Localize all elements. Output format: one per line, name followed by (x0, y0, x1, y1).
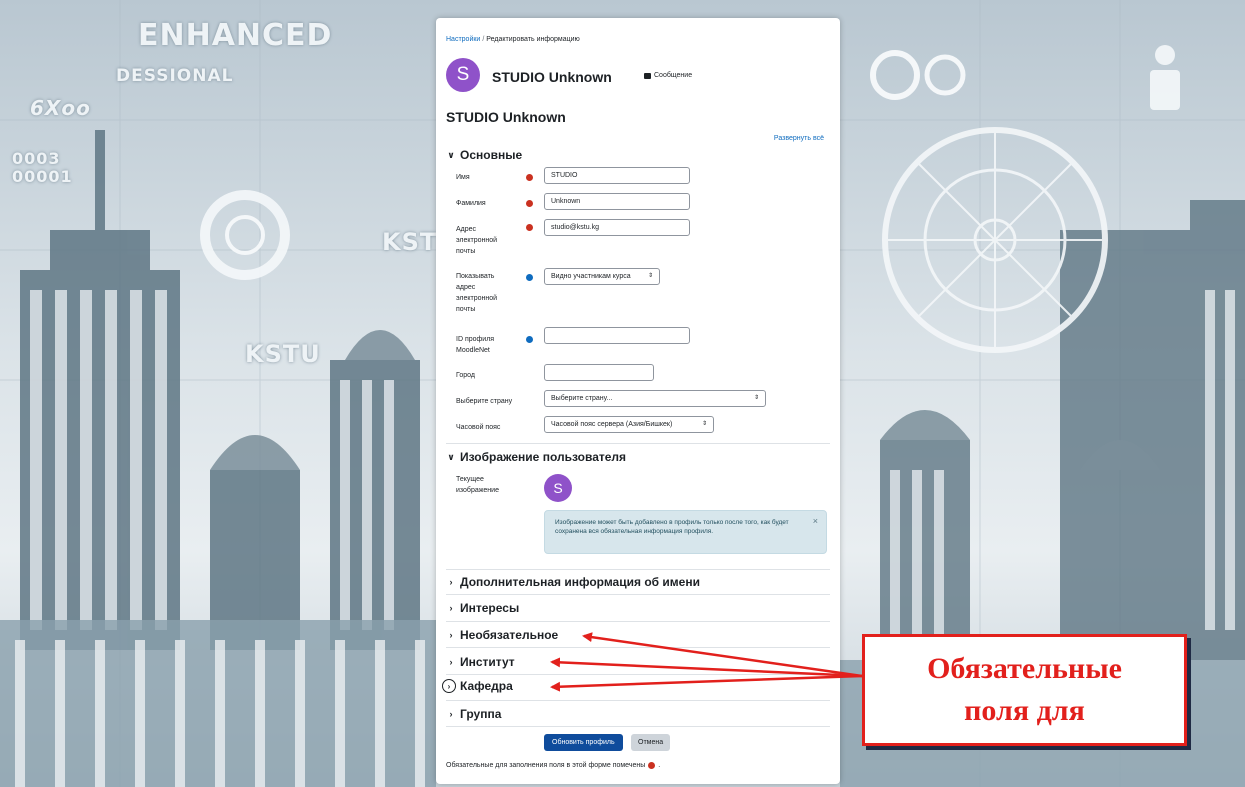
city-label: Город (456, 372, 475, 379)
section-institute-title: Институт (460, 655, 515, 669)
bg-brand-left: KSTU (245, 340, 321, 368)
required-icon (648, 762, 656, 769)
select-arrows-icon: ⇕ (701, 421, 707, 427)
breadcrumb-settings-link[interactable]: Настройки (446, 36, 480, 43)
chevron-down-icon: ∨ (447, 149, 455, 160)
country-select[interactable]: Выберите страну... ⇕ (544, 390, 766, 407)
cancel-button[interactable]: Отмена (631, 734, 671, 751)
update-profile-button[interactable]: Обновить профиль (544, 734, 623, 751)
section-group-toggle[interactable]: › Группа (446, 707, 502, 721)
footnote-period: . (658, 762, 661, 769)
info-alert: Изображение может быть добавлено в профи… (544, 510, 827, 554)
section-divider (446, 443, 830, 444)
moodlenet-label: ID профиля MoodleNet (456, 336, 495, 354)
help-icon[interactable] (526, 336, 533, 343)
section-institute-toggle[interactable]: › Институт (446, 655, 515, 669)
message-icon (644, 72, 651, 79)
user-name-heading: STUDIO Unknown (492, 69, 612, 85)
section-department-toggle[interactable]: › Кафедра (442, 679, 513, 693)
user-avatar[interactable]: S (446, 58, 480, 92)
section-general-toggle[interactable]: ∨ Основные (446, 148, 522, 162)
city-input[interactable] (544, 364, 654, 381)
timezone-select[interactable]: Часовой пояс сервера (Азия/Бишкек) ⇕ (544, 416, 714, 433)
bg-left-glyphs-2: 6Xoo (30, 96, 91, 120)
country-value: Выберите страну... (551, 395, 613, 402)
help-icon[interactable] (526, 274, 533, 281)
section-interests-toggle[interactable]: › Интересы (446, 601, 520, 615)
close-icon[interactable]: × (813, 517, 818, 526)
chevron-right-icon: › (449, 709, 453, 719)
chevron-right-icon: › (442, 679, 456, 693)
first-name-label: Имя (456, 174, 470, 181)
section-user-picture-title: Изображение пользователя (460, 450, 627, 464)
email-display-label: Показывать адрес электронной почты (456, 273, 498, 313)
expand-all-link[interactable]: Развернуть всё (774, 135, 824, 142)
email-input[interactable]: studio@kstu.kg (544, 219, 690, 236)
timezone-value: Часовой пояс сервера (Азия/Бишкек) (551, 421, 673, 428)
breadcrumb: Настройки / Редактировать информацию (446, 36, 580, 43)
section-divider (446, 569, 830, 570)
chevron-right-icon: › (449, 603, 453, 613)
chevron-right-icon: › (449, 630, 453, 640)
country-label: Выберите страну (456, 398, 513, 405)
current-picture-label: Текущее изображение (456, 476, 499, 494)
current-picture-avatar: S (544, 474, 572, 502)
info-alert-text: Изображение может быть добавлено в профи… (555, 519, 789, 535)
required-icon (526, 200, 533, 207)
annotation-line-1: Обязательные (927, 652, 1122, 685)
select-arrows-icon: ⇕ (647, 273, 653, 279)
chevron-right-icon: › (449, 577, 453, 587)
required-icon (526, 174, 533, 181)
section-optional-title: Необязательное (460, 628, 559, 642)
timezone-label: Часовой пояс (456, 424, 501, 431)
breadcrumb-separator: / (482, 36, 485, 43)
bg-headline: ENHANCED (138, 18, 333, 53)
section-divider (446, 674, 830, 675)
section-group-title: Группа (460, 707, 502, 721)
section-additional-names-toggle[interactable]: › Дополнительная информация об имени (446, 575, 700, 589)
email-label: Адрес электронной почты (456, 226, 498, 255)
last-name-label: Фамилия (456, 200, 486, 207)
page-title: STUDIO Unknown (446, 109, 566, 125)
annotation-callout: Обязательные поля для (862, 634, 1187, 746)
email-display-value: Видно участникам курса (551, 273, 631, 280)
section-general-title: Основные (460, 148, 523, 162)
bg-brand-right: KST (382, 228, 438, 256)
section-divider (446, 726, 830, 727)
required-footnote-text: Обязательные для заполнения поля в этой … (446, 762, 646, 769)
section-optional-toggle[interactable]: › Необязательное (446, 628, 559, 642)
breadcrumb-current: Редактировать информацию (486, 36, 580, 43)
select-arrows-icon: ⇕ (753, 395, 759, 401)
annotation-line-2: поля для (964, 694, 1085, 727)
section-divider (446, 594, 830, 595)
message-button[interactable]: Сообщение (644, 72, 692, 79)
section-divider (446, 621, 830, 622)
section-divider (446, 647, 830, 648)
required-footnote: Обязательные для заполнения поля в этой … (446, 762, 660, 769)
message-button-label: Сообщение (654, 72, 693, 79)
first-name-input[interactable]: STUDIO (544, 167, 690, 184)
section-user-picture-toggle[interactable]: ∨ Изображение пользователя (446, 450, 626, 464)
chevron-right-icon: › (449, 657, 453, 667)
email-display-select[interactable]: Видно участникам курса ⇕ (544, 268, 660, 285)
section-additional-names-title: Дополнительная информация об имени (460, 575, 700, 589)
section-interests-title: Интересы (460, 601, 520, 615)
bg-left-glyphs: 0003 00001 (12, 149, 73, 186)
section-department-title: Кафедра (460, 679, 513, 693)
bg-subheadline: DESSIONAL (116, 66, 234, 86)
required-icon (526, 224, 533, 231)
edit-profile-panel: Настройки / Редактировать информацию S STU… (436, 18, 840, 784)
moodlenet-input[interactable] (544, 327, 690, 344)
section-divider (446, 700, 830, 701)
last-name-input[interactable]: Unknown (544, 193, 690, 210)
chevron-down-icon: ∨ (447, 451, 455, 462)
